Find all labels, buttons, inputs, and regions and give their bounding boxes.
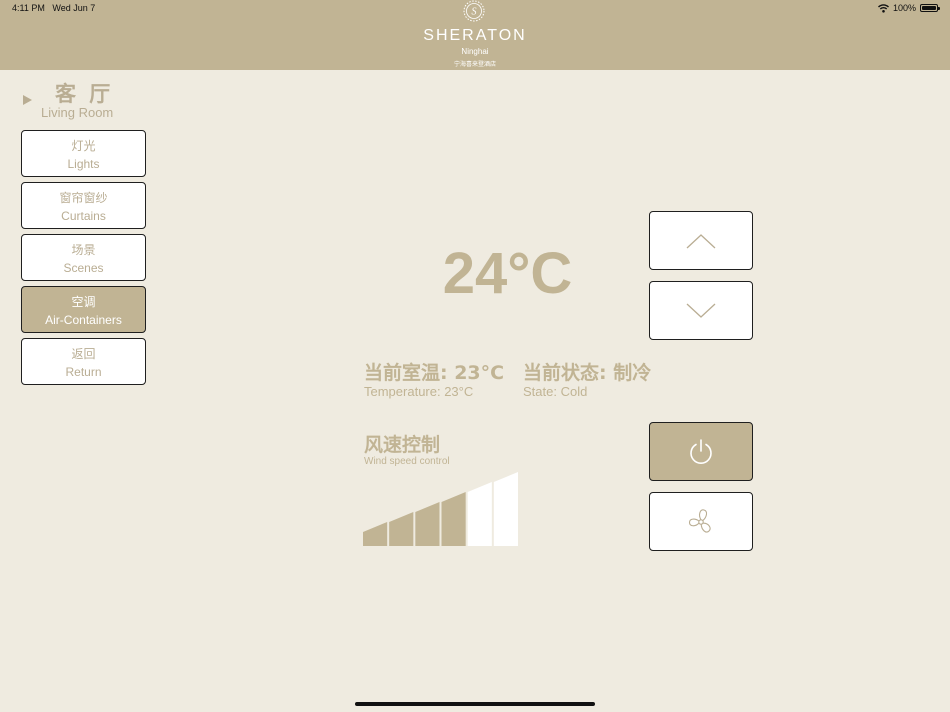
battery-icon	[920, 4, 940, 12]
wind-speed-level-6[interactable]	[493, 472, 518, 546]
room-expand-icon[interactable]	[23, 95, 32, 105]
wind-speed-title-en: Wind speed control	[364, 456, 450, 467]
wind-speed-level-1[interactable]	[363, 522, 388, 546]
brand-name-cn: 宁海喜来登酒店	[453, 61, 496, 68]
menu-lights-button[interactable]: 灯光 Lights	[21, 130, 146, 177]
menu-label-en: Scenes	[63, 261, 104, 275]
battery-percent: 100%	[892, 3, 916, 13]
menu-curtains-button[interactable]: 窗帘窗纱 Curtains	[21, 182, 146, 229]
set-temperature: 24°C	[442, 241, 573, 306]
status-right: 100%	[877, 3, 940, 13]
menu-scenes-button[interactable]: 场景 Scenes	[21, 234, 146, 281]
home-indicator	[355, 702, 595, 706]
menu-label-cn: 场景	[71, 243, 96, 257]
menu-label-cn: 灯光	[71, 139, 96, 153]
menu-label-en: Lights	[67, 157, 100, 171]
fan-icon	[688, 508, 711, 533]
header: 4:11 PM Wed Jun 7 100% S SHERATON Ningha…	[0, 0, 950, 70]
chevron-down-icon	[686, 303, 716, 318]
menu-return-button[interactable]: 返回 Return	[21, 338, 146, 385]
current-state-en: State: Cold	[523, 384, 588, 399]
menu-label-cn: 返回	[71, 347, 96, 361]
wind-speed-level-4[interactable]	[441, 492, 466, 546]
menu-label-cn: 窗帘窗纱	[59, 191, 108, 205]
wifi-icon	[877, 3, 889, 13]
menu-label-en: Air-Containers	[45, 313, 122, 327]
temperature-up-button[interactable]	[649, 211, 753, 270]
brand-name: SHERATON	[423, 27, 527, 44]
current-temperature-en: Temperature: 23°C	[364, 384, 474, 399]
wind-speed-slider[interactable]	[363, 472, 518, 546]
status-date-text: Wed Jun 7	[52, 3, 96, 13]
power-icon	[690, 438, 712, 464]
menu-label-en: Curtains	[61, 209, 106, 223]
current-state-cn: 当前状态: 制冷	[523, 362, 652, 384]
menu-air-conditioner-button[interactable]: 空调 Air-Containers	[21, 286, 146, 333]
sheraton-logo-icon: S	[463, 0, 485, 22]
brand-city: Ninghai	[461, 47, 489, 56]
wind-speed-level-2[interactable]	[389, 512, 414, 546]
current-temperature-cn: 当前室温: 23°C	[364, 362, 505, 384]
status-time: 4:11 PM Wed Jun 7	[12, 3, 95, 13]
fan-mode-button[interactable]	[649, 492, 753, 551]
menu-label-en: Return	[65, 365, 102, 379]
room-title-en: Living Room	[41, 105, 114, 120]
status-time-text: 4:11 PM	[12, 3, 45, 13]
svg-text:S: S	[472, 7, 477, 18]
wind-speed-level-3[interactable]	[415, 502, 440, 546]
chevron-up-icon	[686, 233, 716, 248]
wind-speed-level-5[interactable]	[467, 482, 492, 546]
menu-label-cn: 空调	[71, 295, 96, 309]
wind-speed-title-cn: 风速控制	[364, 434, 441, 456]
temperature-down-button[interactable]	[649, 281, 753, 340]
power-button[interactable]	[649, 422, 753, 481]
room-title-cn: 客 厅	[55, 82, 114, 106]
